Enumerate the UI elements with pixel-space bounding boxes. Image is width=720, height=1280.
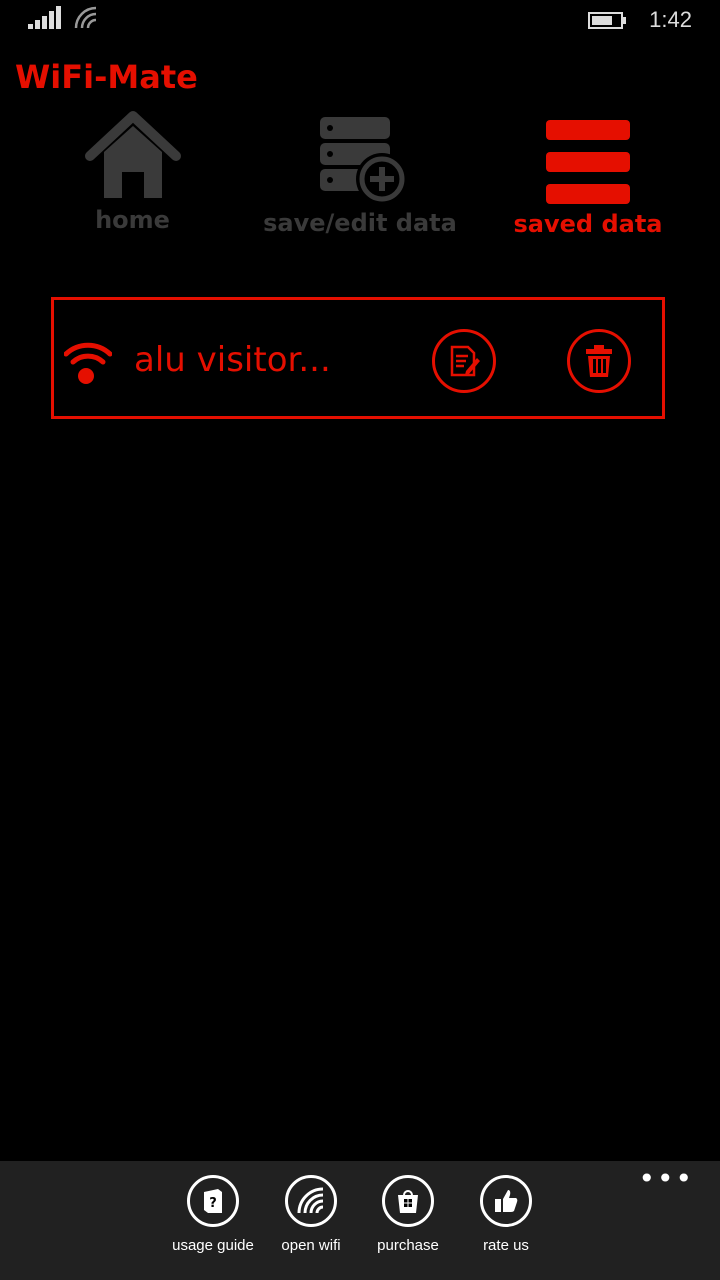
trash-icon — [586, 345, 612, 377]
network-name: alu visitor... — [134, 340, 331, 380]
database-add-icon — [320, 117, 408, 205]
nav-save-edit-label: save/edit data — [263, 209, 457, 237]
wifi-icon — [64, 342, 112, 384]
open-wifi-label: open wifi — [281, 1237, 341, 1254]
rate-us-button[interactable]: rate us — [456, 1175, 556, 1254]
signal-strength-icon — [28, 6, 61, 29]
more-options-button[interactable]: ••• — [638, 1165, 694, 1193]
battery-icon — [588, 12, 626, 29]
rate-us-label: rate us — [483, 1237, 529, 1254]
purchase-label: purchase — [377, 1237, 439, 1254]
usage-guide-button[interactable]: ? usage guide — [163, 1175, 263, 1254]
rate-us-circle — [480, 1175, 532, 1227]
wifi-status-icon — [74, 6, 97, 29]
status-time: 1:42 — [649, 7, 692, 32]
nav-saved-data[interactable]: saved data — [512, 118, 664, 238]
nav-save-edit-data[interactable]: save/edit data — [262, 113, 458, 237]
purchase-button[interactable]: purchase — [358, 1175, 458, 1254]
app-bar: ••• ? usage guide open wifi purchase rat… — [0, 1161, 720, 1280]
delete-button[interactable] — [567, 329, 631, 393]
edit-button[interactable] — [432, 329, 496, 393]
app-title: WiFi-Mate — [15, 58, 198, 96]
nav-home-label: home — [95, 206, 170, 234]
saved-network-item[interactable]: alu visitor... — [51, 297, 665, 419]
book-help-icon: ? — [204, 1189, 222, 1213]
thumbs-up-icon — [495, 1190, 518, 1212]
edit-document-icon — [450, 345, 480, 377]
list-icon — [546, 120, 630, 204]
open-wifi-button[interactable]: open wifi — [261, 1175, 361, 1254]
open-wifi-circle — [285, 1175, 337, 1227]
purchase-circle — [382, 1175, 434, 1227]
usage-guide-label: usage guide — [172, 1237, 254, 1254]
usage-guide-circle: ? — [187, 1175, 239, 1227]
nav-saved-data-label: saved data — [513, 210, 663, 238]
nav-home[interactable]: home — [75, 110, 190, 234]
home-icon — [84, 111, 181, 198]
wifi-icon — [297, 1187, 324, 1214]
store-icon — [398, 1190, 418, 1213]
svg-text:?: ? — [209, 1196, 217, 1211]
status-bar: 1:42 — [0, 0, 720, 40]
